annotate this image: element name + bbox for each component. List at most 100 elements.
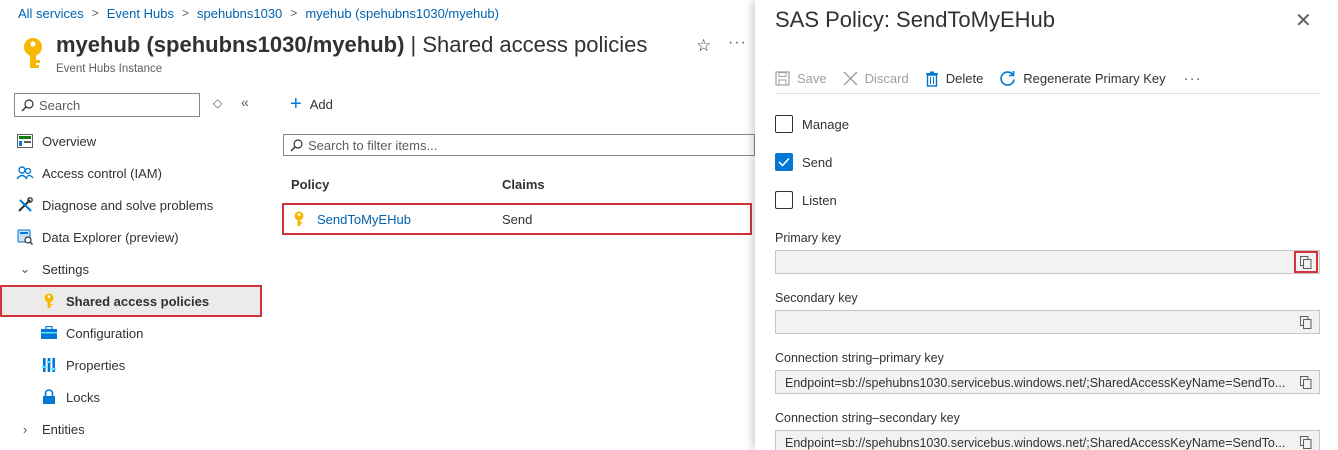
sidebar-item-label: Settings	[42, 261, 89, 277]
sidebar-item-label: Data Explorer (preview)	[42, 229, 179, 245]
discard-button[interactable]: Discard	[843, 71, 909, 86]
chevron-right-icon: ›	[22, 421, 28, 437]
sidebar-nav: Overview Access control (IAM) Diagnose a…	[0, 125, 262, 445]
checkbox-label: Send	[802, 154, 833, 170]
page-title-resource: myehub (spehubns1030/myehub)	[56, 32, 405, 57]
sidebar-item-overview[interactable]: Overview	[0, 125, 262, 157]
checkmark-icon	[778, 157, 790, 167]
refresh-icon	[999, 70, 1016, 87]
panel-toolbar: Save Discard Delete Regenerate Primary K…	[775, 64, 1320, 94]
breadcrumb-separator: >	[290, 6, 298, 20]
key-icon	[24, 38, 42, 68]
key-icon	[40, 292, 58, 310]
sidebar-item-label: Access control (IAM)	[42, 165, 162, 181]
copy-icon[interactable]	[1300, 316, 1312, 329]
more-options-icon[interactable]: ···	[1184, 70, 1202, 87]
expand-collapse-icon[interactable]: ◇	[213, 96, 222, 110]
filter-input[interactable]	[308, 137, 738, 153]
sidebar-group-settings[interactable]: ⌄ Settings	[0, 253, 262, 285]
manage-checkbox[interactable]: Manage	[775, 115, 849, 133]
discard-icon	[843, 71, 858, 86]
breadcrumb-event-hub[interactable]: myehub (spehubns1030/myehub)	[305, 6, 499, 21]
search-icon	[21, 98, 34, 111]
search-icon	[290, 138, 303, 151]
sidebar-item-configuration[interactable]: Configuration	[0, 317, 262, 349]
copy-icon[interactable]	[1300, 376, 1312, 389]
trash-icon	[925, 71, 939, 87]
sidebar-item-data-explorer[interactable]: Data Explorer (preview)	[0, 221, 262, 253]
column-header-policy[interactable]: Policy	[291, 177, 329, 192]
more-options-icon[interactable]: ···	[728, 34, 747, 52]
discard-label: Discard	[864, 71, 909, 86]
page-title-section: | Shared access policies	[404, 32, 648, 57]
checkbox-box[interactable]	[775, 191, 793, 209]
sidebar-group-entities[interactable]: › Entities	[0, 413, 262, 445]
save-button[interactable]: Save	[775, 71, 827, 86]
save-label: Save	[797, 71, 827, 86]
connection-string-primary-value: Endpoint=sb://spehubns1030.servicebus.wi…	[785, 376, 1286, 390]
breadcrumb-all-services[interactable]: All services	[18, 6, 84, 21]
primary-key-label: Primary key	[775, 231, 841, 245]
connection-string-secondary-field[interactable]: Endpoint=sb://spehubns1030.servicebus.wi…	[775, 430, 1320, 450]
breadcrumb: All services > Event Hubs > spehubns1030…	[18, 4, 499, 22]
send-checkbox[interactable]: Send	[775, 153, 832, 171]
connection-string-secondary-value: Endpoint=sb://spehubns1030.servicebus.wi…	[785, 436, 1286, 450]
data-explorer-icon	[16, 228, 34, 246]
chevron-down-icon: ⌄	[19, 261, 31, 276]
secondary-key-label: Secondary key	[775, 291, 858, 305]
properties-icon	[40, 356, 58, 374]
sidebar-item-label: Entities	[42, 421, 85, 437]
sidebar-item-label: Diagnose and solve problems	[42, 197, 214, 213]
regenerate-label: Regenerate Primary Key	[1023, 71, 1166, 86]
connection-string-secondary-label: Connection string–secondary key	[775, 411, 960, 425]
sidebar-item-locks[interactable]: Locks	[0, 381, 262, 413]
sidebar-item-shared-access-policies[interactable]: Shared access policies	[0, 285, 262, 317]
table-row[interactable]: SendToMyEHub Send	[282, 203, 752, 235]
regenerate-primary-key-button[interactable]: Regenerate Primary Key	[999, 70, 1166, 87]
listen-checkbox[interactable]: Listen	[775, 191, 837, 209]
delete-label: Delete	[945, 71, 984, 86]
close-icon[interactable]: ✕	[1295, 8, 1312, 33]
checkbox-box[interactable]	[775, 153, 793, 171]
key-icon	[294, 211, 304, 226]
collapse-sidebar-icon[interactable]: «	[241, 94, 249, 110]
sidebar-item-label: Locks	[66, 389, 100, 405]
breadcrumb-separator: >	[181, 6, 189, 20]
column-header-claims[interactable]: Claims	[502, 177, 545, 192]
sidebar-search-box[interactable]	[14, 93, 200, 117]
connection-string-primary-label: Connection string–primary key	[775, 351, 944, 365]
sas-policy-panel: SAS Policy: SendToMyEHub ✕ Save Discard …	[755, 0, 1338, 450]
checkbox-label: Listen	[802, 192, 837, 208]
plus-icon: +	[290, 93, 302, 115]
page-subtitle: Event Hubs Instance	[56, 63, 163, 75]
sidebar-item-label: Shared access policies	[66, 293, 210, 309]
panel-title: SAS Policy: SendToMyEHub	[775, 7, 1056, 32]
delete-button[interactable]: Delete	[925, 71, 984, 87]
policy-name-link[interactable]: SendToMyEHub	[317, 212, 411, 227]
page-header: myehub (spehubns1030/myehub) | Shared ac…	[18, 32, 758, 80]
copy-icon[interactable]	[1300, 256, 1312, 269]
copy-icon[interactable]	[1300, 436, 1312, 449]
secondary-key-field[interactable]	[775, 310, 1320, 334]
policy-claims: Send	[502, 212, 533, 227]
add-policy-button[interactable]: + Add	[290, 94, 333, 114]
save-icon	[775, 71, 790, 86]
breadcrumb-event-hubs[interactable]: Event Hubs	[107, 6, 174, 21]
breadcrumb-namespace[interactable]: spehubns1030	[197, 6, 282, 21]
primary-key-field[interactable]	[775, 250, 1320, 274]
sidebar-item-properties[interactable]: Properties	[0, 349, 262, 381]
page-title: myehub (spehubns1030/myehub) | Shared ac…	[56, 32, 647, 58]
sidebar-item-label: Overview	[42, 133, 97, 149]
filter-box[interactable]	[283, 134, 755, 156]
checkbox-label: Manage	[802, 116, 849, 132]
checkbox-box[interactable]	[775, 115, 793, 133]
lock-icon	[40, 388, 58, 406]
sidebar-item-diagnose[interactable]: Diagnose and solve problems	[0, 189, 262, 221]
wrench-icon	[16, 196, 34, 214]
people-icon	[16, 164, 34, 182]
sidebar-item-access-control[interactable]: Access control (IAM)	[0, 157, 262, 189]
favorite-star-icon[interactable]: ☆	[696, 36, 711, 56]
connection-string-primary-field[interactable]: Endpoint=sb://spehubns1030.servicebus.wi…	[775, 370, 1320, 394]
sidebar-item-label: Configuration	[66, 325, 144, 341]
sidebar-search-input[interactable]	[39, 97, 189, 113]
